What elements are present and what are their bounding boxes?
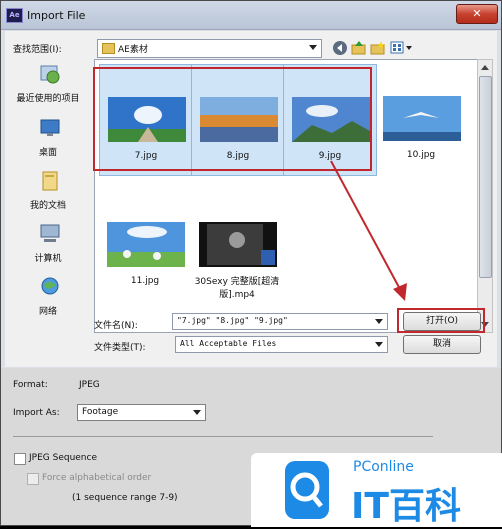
place-label: 最近使用的项目: [16, 94, 80, 104]
back-icon[interactable]: [332, 40, 348, 56]
file-item-video[interactable]: 30Sexy 完整版[超清版].mp4: [191, 190, 283, 300]
chevron-down-icon: [309, 45, 317, 50]
place-label: 桌面: [38, 148, 57, 158]
it-baike-text: IT百科: [351, 486, 461, 527]
place-label: 计算机: [34, 254, 62, 264]
scroll-up-icon[interactable]: [481, 65, 489, 70]
recent-items-icon: [40, 65, 60, 84]
desktop-icon: [40, 119, 60, 136]
chevron-down-icon[interactable]: [375, 319, 383, 324]
file-name-field[interactable]: "7.jpg" "8.jpg" "9.jpg": [172, 313, 388, 330]
import-file-dialog: Ae Import File ✕ 查找范围(I): AE素材 最近使用的项目 桌…: [0, 0, 502, 527]
new-folder-icon[interactable]: [370, 40, 386, 56]
annotation-arrow: [330, 160, 407, 301]
documents-icon: [42, 171, 58, 191]
format-label: Format:: [13, 380, 48, 390]
divider: [13, 436, 433, 437]
places-bar: 最近使用的项目 桌面 我的文档 计算机 网络: [5, 59, 91, 329]
video-thumbnail: [199, 222, 277, 267]
jpeg-sequence-checkbox[interactable]: [14, 453, 26, 465]
file-item-11[interactable]: 11.jpg: [99, 190, 191, 300]
pconline-text: PConline: [353, 459, 414, 475]
computer-icon: [40, 224, 60, 242]
magnifier-logo-icon: [285, 461, 329, 519]
file-type-label: 文件类型(T):: [94, 343, 146, 353]
force-alphabetical-label: Force alphabetical order: [42, 473, 152, 483]
look-in-dropdown[interactable]: AE素材: [97, 39, 322, 58]
jpeg-sequence-label: JPEG Sequence: [29, 453, 97, 463]
file-list-scrollbar[interactable]: [477, 59, 493, 333]
folder-icon: [102, 43, 115, 54]
import-as-label: Import As:: [13, 408, 60, 418]
up-folder-icon[interactable]: [351, 40, 367, 56]
format-value: JPEG: [79, 380, 100, 390]
place-documents[interactable]: 我的文档: [5, 170, 91, 220]
thumbnail-10: [383, 96, 461, 141]
look-in-value: AE素材: [118, 45, 148, 55]
file-name-value: "7.jpg" "8.jpg" "9.jpg": [177, 316, 288, 325]
place-recent-items[interactable]: 最近使用的项目: [5, 63, 91, 113]
after-effects-icon: Ae: [6, 8, 23, 23]
pconline-watermark: PConline IT百科: [251, 453, 502, 527]
scrollbar-thumb[interactable]: [479, 76, 492, 278]
place-network[interactable]: 网络: [5, 276, 91, 326]
place-label: 我的文档: [29, 201, 66, 211]
file-type-select[interactable]: All Acceptable Files: [175, 336, 388, 353]
cancel-button[interactable]: 取消: [403, 335, 481, 354]
window-title: Import File: [27, 9, 86, 22]
network-icon: [41, 277, 59, 295]
file-name: 30Sexy 完整版[超清版].mp4: [194, 277, 280, 300]
close-button[interactable]: ✕: [456, 4, 498, 24]
import-as-select[interactable]: Footage: [77, 404, 206, 421]
chevron-down-icon[interactable]: [375, 342, 383, 347]
open-button-highlight-box: [397, 308, 485, 333]
place-desktop[interactable]: 桌面: [5, 117, 91, 167]
title-bar[interactable]: Ae Import File ✕: [1, 1, 501, 30]
place-computer[interactable]: 计算机: [5, 223, 91, 273]
file-name-label: 文件名(N):: [94, 321, 138, 331]
sequence-range-text: (1 sequence range 7-9): [72, 493, 178, 503]
import-as-value: Footage: [82, 407, 119, 417]
view-menu-icon[interactable]: [390, 40, 414, 56]
look-in-label: 查找范围(I):: [13, 45, 62, 55]
file-name: 11.jpg: [130, 276, 160, 286]
force-alphabetical-checkbox[interactable]: [27, 473, 39, 485]
place-label: 网络: [38, 307, 57, 317]
chevron-down-icon[interactable]: [193, 410, 201, 415]
file-type-value: All Acceptable Files: [180, 339, 277, 348]
thumbnail-11: [107, 222, 185, 267]
